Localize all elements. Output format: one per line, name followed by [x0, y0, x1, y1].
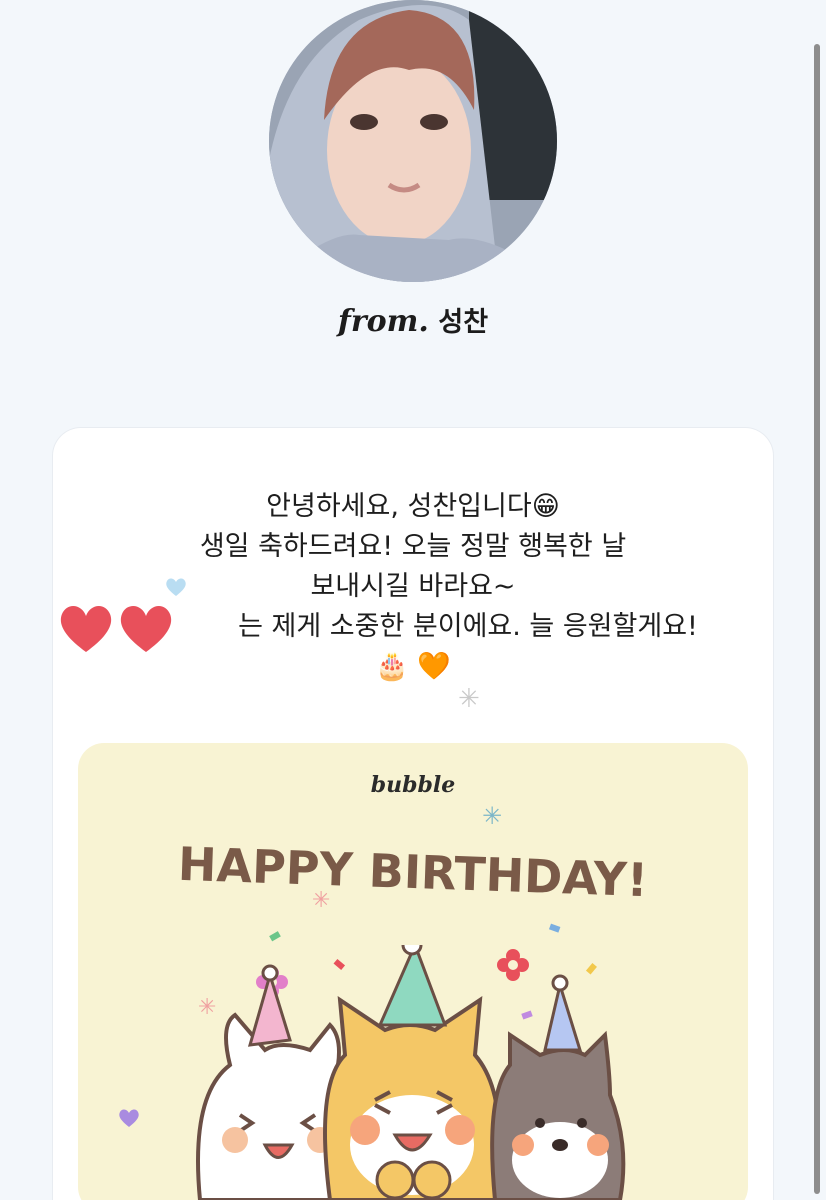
- avatar-illustration: [269, 0, 557, 282]
- heart-sticker-icon: [120, 605, 172, 652]
- birthday-characters-illustration: [196, 945, 626, 1200]
- happy-birthday-title: HAPPY BIRTHDAY!: [177, 837, 649, 907]
- sender-line: from. 성찬: [0, 300, 826, 339]
- message-line-1: 안녕하세요, 성찬입니다😁: [266, 491, 560, 522]
- confetti-piece-icon: [269, 931, 281, 942]
- message-line-2: 생일 축하드려요! 오늘 정말 행복한 날: [199, 531, 627, 562]
- message-line-3: 보내시길 바라요~: [310, 571, 516, 602]
- sparkle-icon: ✳: [312, 888, 331, 913]
- message-text: 안녕하세요, 성찬입니다😁 생일 축하드려요! 오늘 정말 행복한 날 보내시길…: [0, 487, 826, 687]
- small-blue-heart-icon: [166, 578, 186, 596]
- sparkle-icon: ✳: [482, 802, 503, 830]
- sender-name: 성찬: [438, 307, 489, 338]
- shiba-character: [323, 945, 502, 1200]
- purple-heart-icon: [119, 1109, 139, 1127]
- sparkle-icon: ✳: [458, 684, 480, 714]
- happy-birthday-text: HAPPY BIRTHDAY!: [177, 837, 649, 907]
- profile-avatar: [269, 0, 557, 282]
- black-dog-character: [490, 974, 626, 1200]
- heart-sticker-icon: [60, 605, 112, 652]
- from-label: from.: [337, 304, 429, 339]
- bubble-logo: bubble: [370, 772, 456, 798]
- confetti-piece-icon: [548, 923, 561, 933]
